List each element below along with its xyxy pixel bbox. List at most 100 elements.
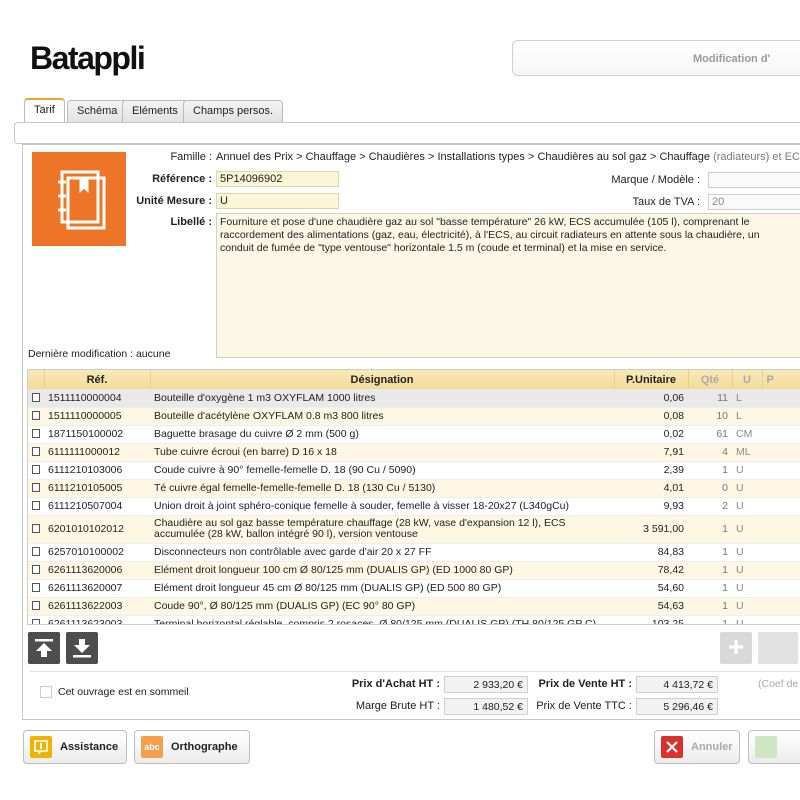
components-table: Réf. Désignation P.Unitaire Qté U P 1511…: [27, 369, 800, 625]
col-ref[interactable]: Réf.: [44, 370, 151, 389]
orthographe-label: Orthographe: [171, 741, 238, 753]
validate-button[interactable]: [748, 730, 800, 764]
tab-champs-persos[interactable]: Champs persos.: [183, 100, 284, 122]
document-icon: [32, 465, 40, 474]
marque-label: Marque / Modèle :: [611, 174, 700, 186]
row-extra: [762, 497, 800, 516]
table-row[interactable]: 6111111000012 Tube cuivre écroui (en barr…: [28, 443, 800, 462]
table-row[interactable]: 6261113620006 Elément droit longueur 100 …: [28, 561, 800, 580]
document-icon: [32, 547, 40, 556]
table-row[interactable]: 1511110000004 Bouteille d'oxygène 1 m3 OX…: [28, 389, 800, 408]
document-icon: [32, 483, 40, 492]
tab-schema[interactable]: Schéma: [67, 100, 128, 122]
table-row[interactable]: 6111210105005 Té cuivre égal femelle-feme…: [28, 479, 800, 498]
row-icon-cell: [28, 425, 44, 444]
prix-vente-value: 4 413,72 €: [636, 676, 718, 693]
row-ref: 6261113620006: [44, 561, 150, 580]
reference-field[interactable]: 5P14096902: [216, 171, 339, 187]
row-extra: [762, 407, 800, 426]
row-ref: 6261113623003: [44, 615, 150, 624]
row-qty: 1: [688, 561, 732, 580]
row-icon-cell: [28, 389, 44, 408]
row-icon-cell: [28, 579, 44, 598]
cancel-button[interactable]: Annuler: [654, 730, 740, 764]
document-icon: [32, 523, 40, 533]
table-row[interactable]: 6261113623003 Terminal horizontal réglabl…: [28, 615, 800, 624]
col-select: [28, 370, 45, 389]
table-row[interactable]: 6257010100002 Disconnecteurs non contrôla…: [28, 543, 800, 562]
tab-tarif[interactable]: Tarif: [24, 98, 65, 123]
prix-achat-label: Prix d'Achat HT :: [351, 678, 440, 690]
app-logo: Batappli: [30, 40, 146, 76]
document-icon: [32, 447, 40, 456]
assistance-button[interactable]: Assistance: [23, 730, 127, 764]
table-row[interactable]: 1871150100002 Baguette brasage du cuivre …: [28, 425, 800, 444]
row-designation: Coude 90°, Ø 80/125 mm (DUALIS GP) (EC 9…: [150, 597, 614, 616]
row-designation: Bouteille d'acétylène OXYFLAM 0.8 m3 800…: [150, 407, 614, 426]
tva-field[interactable]: 20: [708, 194, 800, 210]
famille-value[interactable]: Annuel des Prix > Chauffage > Chaudières…: [216, 151, 800, 163]
row-price: 7,91: [614, 443, 688, 462]
close-icon: [661, 736, 683, 758]
row-designation: Coude cuivre à 90° femelle-femelle D. 18…: [150, 461, 614, 480]
row-designation: Elément droit longueur 100 cm Ø 80/125 m…: [150, 561, 614, 580]
row-icon-cell: [28, 479, 44, 498]
row-designation: Tube cuivre écroui (en barre) D 16 x 18: [150, 443, 614, 462]
row-ref: 6257010100002: [44, 543, 150, 562]
row-extra: [762, 561, 800, 580]
document-icon: [32, 501, 40, 510]
col-extra[interactable]: P: [762, 370, 800, 389]
col-price[interactable]: P.Unitaire: [614, 370, 689, 389]
document-icon: [32, 619, 40, 624]
move-top-button[interactable]: [28, 632, 60, 664]
row-extra: [762, 461, 800, 480]
row-ref: 1871150100002: [44, 425, 150, 444]
product-picture[interactable]: [32, 152, 126, 246]
row-qty: 1: [688, 543, 732, 562]
libelle-textarea[interactable]: Fourniture et pose d'une chaudière gaz a…: [216, 213, 800, 358]
move-bottom-icon: [73, 639, 91, 658]
tab-elements[interactable]: Eléments: [122, 100, 188, 122]
row-extra: [762, 443, 800, 462]
row-designation: Té cuivre égal femelle-femelle-femelle D…: [150, 479, 614, 498]
row-price: 54,60: [614, 579, 688, 598]
marge-value: 1 480,52 €: [444, 698, 528, 715]
add-line-button[interactable]: +: [720, 632, 752, 664]
table-row[interactable]: 6111210507004 Union droit à joint sphéro-…: [28, 497, 800, 516]
col-designation[interactable]: Désignation: [150, 370, 615, 389]
table-row[interactable]: 6261113620007 Elément droit longueur 45 c…: [28, 579, 800, 598]
unite-field[interactable]: U: [216, 193, 339, 209]
extra-action-button[interactable]: [758, 632, 798, 664]
row-icon-cell: [28, 461, 44, 480]
tab-strip: [14, 122, 800, 144]
table-row[interactable]: 6261113622003 Coude 90°, Ø 80/125 mm (DUA…: [28, 597, 800, 616]
row-unit: U: [732, 579, 762, 598]
document-icon: [32, 601, 40, 610]
row-unit: U: [732, 479, 762, 498]
row-designation: Bouteille d'oxygène 1 m3 OXYFLAM 1000 li…: [150, 389, 614, 408]
col-unit[interactable]: U: [732, 370, 763, 389]
row-unit: U: [732, 561, 762, 580]
row-icon-cell: [28, 443, 44, 462]
row-ref: 6111210105005: [44, 479, 150, 498]
row-ref: 6111210103006: [44, 461, 150, 480]
move-bottom-button[interactable]: [66, 632, 98, 664]
row-extra: [762, 389, 800, 408]
sommeil-checkbox[interactable]: [40, 686, 52, 698]
libelle-label: Libellé :: [170, 216, 212, 228]
row-price: 9,93: [614, 497, 688, 516]
marge-label: Marge Brute HT :: [355, 700, 440, 712]
table-header: Réf. Désignation P.Unitaire Qté U P: [28, 370, 800, 389]
row-qty: 1: [688, 597, 732, 616]
orthographe-button[interactable]: abc Orthographe: [134, 730, 250, 764]
table-row[interactable]: 6111210103006 Coude cuivre à 90° femelle-…: [28, 461, 800, 480]
row-unit: L: [732, 389, 762, 408]
table-row[interactable]: 1511110000005 Bouteille d'acétylène OXYFL…: [28, 407, 800, 426]
marque-field[interactable]: [708, 172, 800, 188]
row-ref: 6111210507004: [44, 497, 150, 516]
row-extra: [762, 425, 800, 444]
col-qty[interactable]: Qté: [688, 370, 733, 389]
table-row[interactable]: 6201010102012 Chaudière au sol gaz basse …: [28, 515, 800, 544]
row-designation: Chaudière au sol gaz basse température c…: [150, 515, 614, 544]
row-qty: 61: [688, 425, 732, 444]
